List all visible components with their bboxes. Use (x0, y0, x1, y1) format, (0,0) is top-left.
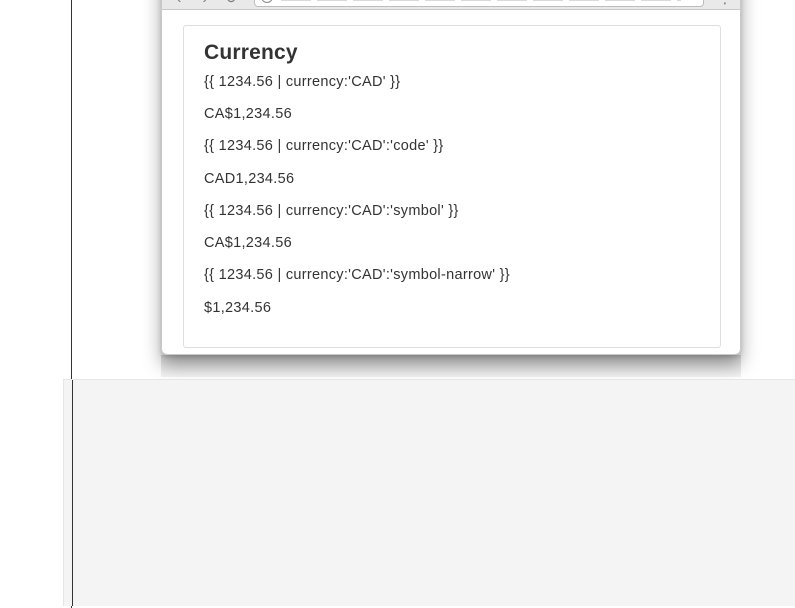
example-output-3: CA$1,234.56 (204, 235, 292, 251)
browser-window: ‹ › ↻ ⋮ Currency {{ 1234.56 | currency:'… (161, 0, 741, 355)
example-expression-2: {{ 1234.56 | currency:'CAD':'code' }} (204, 138, 444, 154)
example-output-1: CA$1,234.56 (204, 106, 292, 122)
address-bar[interactable] (254, 0, 704, 7)
browser-toolbar: ‹ › ↻ ⋮ (162, 0, 740, 10)
currency-card: Currency {{ 1234.56 | currency:'CAD' }} … (183, 25, 721, 348)
example-expression-3: {{ 1234.56 | currency:'CAD':'symbol' }} (204, 203, 459, 219)
example-output-4: $1,234.56 (204, 300, 272, 316)
bottom-panel (63, 379, 795, 606)
example-expression-1: {{ 1234.56 | currency:'CAD' }} (204, 74, 401, 90)
chevron-left-icon[interactable]: ‹ (172, 0, 186, 5)
example-expression-4: {{ 1234.56 | currency:'CAD':'symbol-narr… (204, 267, 510, 283)
info-icon (261, 0, 273, 3)
chevron-right-icon[interactable]: › (198, 0, 212, 5)
reload-icon[interactable]: ↻ (224, 0, 238, 5)
window-shadow (161, 355, 741, 377)
page: ‹ › ↻ ⋮ Currency {{ 1234.56 | currency:'… (0, 0, 795, 608)
address-text (281, 0, 681, 1)
more-vertical-icon[interactable]: ⋮ (718, 0, 732, 5)
bottom-panel-divider (72, 380, 73, 606)
example-output-2: CAD1,234.56 (204, 171, 295, 187)
card-title: Currency (204, 41, 298, 64)
